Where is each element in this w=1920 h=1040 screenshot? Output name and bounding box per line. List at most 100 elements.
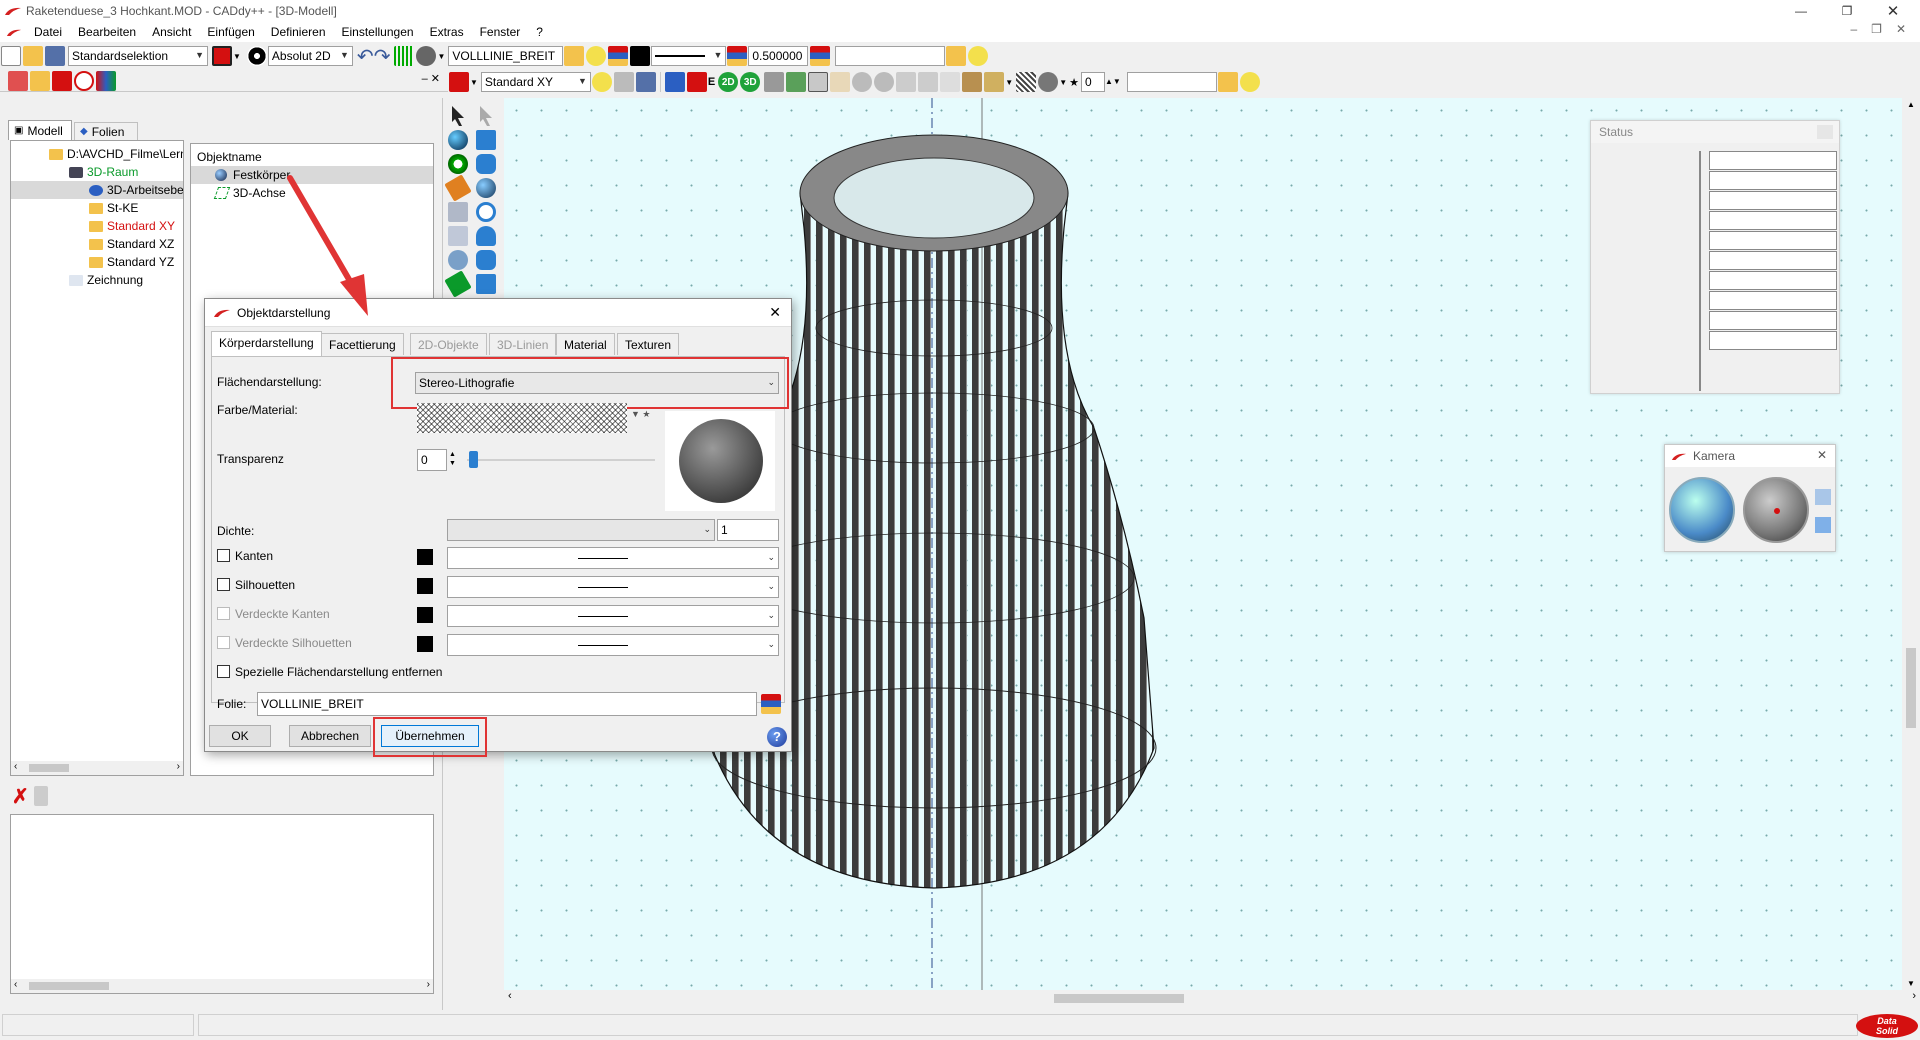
status-field[interactable]	[1709, 311, 1837, 330]
zoom-all-icon[interactable]	[896, 72, 917, 92]
line-style-combo[interactable]: ▼	[651, 46, 727, 66]
status-field[interactable]	[1709, 151, 1837, 170]
camera-orbit-globe[interactable]	[1669, 477, 1735, 543]
box-tool-icon[interactable]	[476, 130, 496, 150]
scroll-right-icon[interactable]: ›	[1912, 990, 1916, 1002]
menu-extras[interactable]: Extras	[422, 25, 472, 39]
dialog-close-icon[interactable]: ✕	[769, 304, 781, 321]
folder-2-icon[interactable]	[946, 46, 967, 66]
snap-mode-icon[interactable]	[246, 46, 267, 66]
camera-cube-2-icon[interactable]	[1815, 517, 1831, 533]
select-arrow-icon[interactable]	[452, 106, 464, 126]
scroll-thumb[interactable]	[1906, 648, 1916, 728]
pipe-tool-icon[interactable]	[476, 250, 496, 270]
box-icon[interactable]	[984, 72, 1005, 92]
tab-folien[interactable]: ◆ Folien	[74, 122, 138, 140]
view-tool-icon[interactable]	[613, 72, 634, 92]
status-field[interactable]	[1709, 211, 1837, 230]
tab-texturen[interactable]: Texturen	[617, 333, 680, 355]
save-icon[interactable]	[45, 46, 65, 66]
panel-tool-5-icon[interactable]	[96, 70, 116, 91]
menu-bearbeiten[interactable]: Bearbeiten	[70, 25, 144, 39]
scroll-left-icon[interactable]: ‹	[508, 990, 512, 1002]
color-swatch-icon[interactable]	[630, 46, 651, 66]
view-2d-button[interactable]: 2D	[718, 72, 739, 92]
camera-cube-icon[interactable]	[1815, 489, 1831, 505]
select-arrow-2-icon[interactable]	[480, 106, 492, 126]
scroll-thumb[interactable]	[1054, 994, 1184, 1003]
globe-tool-icon[interactable]	[448, 154, 468, 174]
zoom-window-icon[interactable]	[808, 72, 829, 92]
coordinate-mode-combo[interactable]: Absolut 2D ▼	[267, 46, 353, 66]
color-dropdown-icon[interactable]: ▼ ★	[631, 409, 650, 420]
star-icon[interactable]: ★	[1069, 76, 1079, 89]
folder-3-icon[interactable]	[1217, 72, 1238, 92]
tree-item-standard-yz[interactable]: Standard YZ	[11, 253, 183, 271]
kanten-color[interactable]	[417, 549, 433, 565]
menu-definieren[interactable]: Definieren	[263, 25, 334, 39]
folie-field[interactable]: VOLLLINIE_BREIT	[257, 692, 757, 716]
lineweight-icon[interactable]	[727, 46, 748, 66]
status-field[interactable]	[1709, 291, 1837, 310]
new-file-icon[interactable]	[1, 46, 21, 66]
remove-special-checkbox[interactable]	[217, 665, 230, 678]
view-light-icon[interactable]	[591, 72, 612, 92]
number-field[interactable]: 0	[1080, 72, 1105, 92]
density-combo[interactable]: ⌄	[447, 519, 715, 541]
scroll-right-icon[interactable]: ›	[427, 979, 430, 990]
rotate-icon[interactable]	[764, 72, 785, 92]
status-field[interactable]	[1709, 271, 1837, 290]
scroll-thumb[interactable]	[29, 764, 69, 772]
search-field-1[interactable]	[835, 46, 946, 66]
tree-item-standard-xz[interactable]: Standard XZ	[11, 235, 183, 253]
redo-icon[interactable]: ↷	[374, 44, 391, 69]
silhouetten-linestyle[interactable]: ⌄	[447, 576, 779, 598]
ok-button[interactable]: OK	[209, 725, 271, 747]
zoom-previous-icon[interactable]	[940, 72, 961, 92]
restore-button[interactable]: ❐	[1824, 0, 1870, 22]
transparency-spinner[interactable]: ▲ ▼	[449, 450, 456, 468]
status-field[interactable]	[1709, 171, 1837, 190]
panel-pin-close[interactable]: – ✕	[422, 72, 440, 85]
lightbulb-2-icon[interactable]	[968, 46, 989, 66]
layer-field[interactable]: VOLLLINIE_BREIT	[448, 46, 564, 66]
selection-filter-icon[interactable]	[212, 46, 232, 66]
folie-layers-icon[interactable]	[761, 694, 781, 714]
transparency-field[interactable]: 0	[417, 449, 447, 471]
kanten-checkbox[interactable]	[217, 549, 230, 562]
panel-tool-4-icon[interactable]	[74, 70, 94, 91]
menu-ansicht[interactable]: Ansicht	[144, 25, 199, 39]
open-folder-icon[interactable]	[23, 46, 43, 66]
terrain-icon[interactable]	[786, 72, 807, 92]
view-pen-icon[interactable]	[664, 72, 685, 92]
cancel-button[interactable]: Abbrechen	[289, 725, 371, 747]
help-icon[interactable]: ?	[767, 727, 787, 747]
tab-facettierung[interactable]: Facettierung	[321, 333, 404, 355]
layer-red-icon[interactable]	[449, 72, 469, 92]
canvas-vscrollbar[interactable]: ▲ ▼	[1902, 98, 1920, 990]
silhouetten-color[interactable]	[417, 578, 433, 594]
shade-sphere-icon[interactable]	[1038, 72, 1059, 92]
tree-item-3d-arbeitsebene[interactable]: 3D-Arbeitsebe	[11, 181, 183, 199]
scroll-up-icon[interactable]: ▲	[1907, 100, 1915, 109]
ball-tool-icon[interactable]	[476, 178, 496, 198]
extrude-tool-icon[interactable]	[476, 274, 496, 294]
verdeckte-silhouetten-linestyle[interactable]: ⌄	[447, 634, 779, 656]
silhouetten-checkbox[interactable]	[217, 578, 230, 591]
zoom-out-icon[interactable]	[874, 72, 895, 92]
tree-hscrollbar[interactable]: ‹ ›	[11, 761, 183, 775]
pan-hand-icon[interactable]	[830, 72, 851, 92]
status-field[interactable]	[1709, 331, 1837, 350]
view-3d-button[interactable]: 3D	[740, 72, 761, 92]
scroll-down-icon[interactable]: ▼	[1907, 979, 1915, 988]
mdi-minimize-button[interactable]: –	[1850, 22, 1857, 36]
minimize-button[interactable]: —	[1778, 0, 1824, 22]
cylinder-tool-icon[interactable]	[476, 154, 496, 174]
search-field-2[interactable]	[1126, 72, 1217, 92]
cone-tool-icon[interactable]	[476, 226, 496, 246]
density-field[interactable]: 1	[717, 519, 779, 541]
status-field[interactable]	[1709, 251, 1837, 270]
zoom-in-icon[interactable]	[852, 72, 873, 92]
camera-close-icon[interactable]: ✕	[1817, 448, 1827, 462]
sphere-tool-icon[interactable]	[448, 130, 468, 150]
